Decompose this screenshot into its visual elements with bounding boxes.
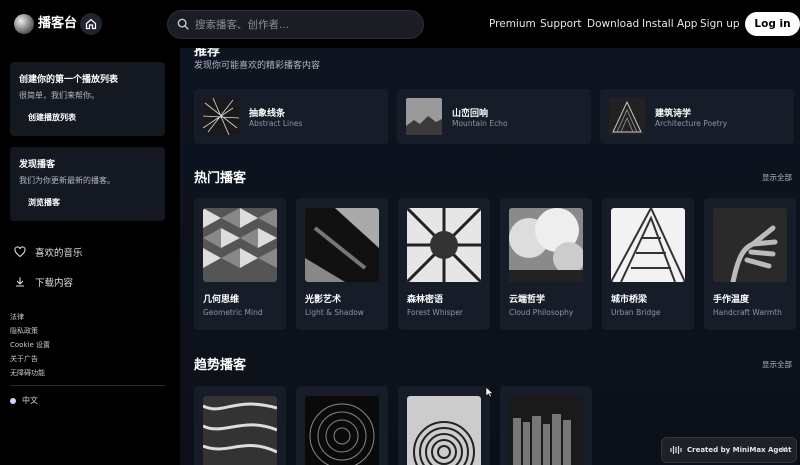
item-subtitle: Mountain Echo [452,119,508,128]
podcast-title: 手作温度 [713,295,750,305]
section-subtitle: 发现你可能喜欢的精彩播客内容 [194,61,321,71]
sidebar-item-label: 喜欢的音乐 [35,248,83,259]
podcast-subtitle: Cloud Philosophy [509,308,574,317]
browse-podcasts-button[interactable]: 浏览播客 [28,197,60,208]
podcast-title: 云端哲学 [509,295,546,305]
search-bar[interactable] [167,10,424,39]
heart-icon [14,246,26,258]
nav-install-app[interactable]: Install App [642,18,697,31]
card-title: 创建你的第一个播放列表 [19,75,119,85]
cover-image [407,208,481,282]
item-title: 山峦回响 [452,109,489,119]
mouse-cursor-icon [485,386,494,398]
create-playlist-button[interactable]: 创建播放列表 [28,112,76,123]
recommended-item[interactable]: 抽象线条 Abstract Lines [194,89,388,144]
legal-link[interactable]: 法律 [10,312,24,322]
minimax-logo-icon [670,446,682,454]
show-all-hot-button[interactable]: 显示全部 [762,172,792,183]
app-brand[interactable]: 播客台 [38,14,77,34]
search-icon [177,18,189,30]
podcast-card[interactable]: 几何思维 Geometric Mind [194,198,286,330]
item-subtitle: Abstract Lines [249,119,303,128]
cover-image [509,396,583,465]
sidebar-item-liked-music[interactable]: 喜欢的音乐 [14,244,83,260]
podcast-title: 光影艺术 [305,295,342,305]
login-button[interactable]: Log in [745,12,800,36]
sidebar: 创建你的第一个播放列表 很简单，我们来帮你。 创建播放列表 发现播客 我们为你更… [0,48,180,465]
cover-image [407,396,481,465]
podcast-card[interactable] [398,386,490,465]
app-logo[interactable] [14,14,34,34]
podcast-card[interactable] [500,386,592,465]
sidebar-item-downloads[interactable]: 下载内容 [14,274,73,290]
podcast-card[interactable]: 光影艺术 Light & Shadow [296,198,388,330]
home-button[interactable] [80,13,102,35]
sidebar-item-label: 下载内容 [35,278,74,289]
top-bar: 播客台 Premium Support Download Install App… [0,0,800,48]
cover-image [509,208,583,282]
podcast-card[interactable] [296,386,388,465]
cover-image [406,98,442,135]
item-title: 建筑诗学 [655,109,692,119]
podcast-card[interactable] [194,386,286,465]
cover-image [203,208,277,282]
download-icon [16,277,24,287]
privacy-link[interactable]: 隐私政策 [10,326,38,336]
item-subtitle: Architecture Poetry [655,119,728,128]
accessibility-link[interactable]: 无障碍功能 [10,368,45,378]
cover-image [611,208,685,282]
podcast-subtitle: Geometric Mind [203,308,263,317]
podcast-card[interactable]: 手作温度 Handcraft Warmth [704,198,796,330]
podcast-title: 城市桥梁 [611,295,648,305]
cover-image [609,98,645,135]
recommended-item[interactable]: 山峦回响 Mountain Echo [397,89,591,144]
language-button[interactable]: 中文 [10,395,38,406]
card-description: 很简单，我们来帮你。 [19,91,99,100]
podcast-title: 森林密语 [407,295,444,305]
card-description: 我们为你更新最新的播客。 [19,176,115,185]
create-playlist-card: 创建你的第一个播放列表 很简单，我们来帮你。 创建播放列表 [10,62,165,136]
discover-podcasts-card: 发现播客 我们为你更新最新的播客。 浏览播客 [10,147,165,221]
cover-image [713,208,787,282]
podcast-card[interactable]: 森林密语 Forest Whisper [398,198,490,330]
cover-image [305,396,379,465]
badge-label: Created by MiniMax Agent [687,446,792,454]
home-icon [85,18,97,30]
cover-image [203,396,277,465]
show-all-trending-button[interactable]: 显示全部 [762,359,792,370]
nav-download[interactable]: Download [587,18,639,31]
created-by-badge[interactable]: Created by MiniMax Agent × [661,437,797,463]
section-title-hot: 热门播客 [194,171,247,186]
search-input[interactable] [195,14,415,35]
item-title: 抽象线条 [249,109,286,119]
recommended-item[interactable]: 建筑诗学 Architecture Poetry [600,89,794,144]
podcast-title: 几何思维 [203,295,240,305]
main-content[interactable]: 推荐 发现你可能喜欢的精彩播客内容 抽象线条 Abstract Lines 山峦… [180,48,800,465]
podcast-subtitle: Forest Whisper [407,308,464,317]
sidebar-divider [10,385,165,386]
section-title-trending: 趋势播客 [194,358,247,373]
close-icon[interactable]: × [780,445,788,455]
cover-image [305,208,379,282]
podcast-subtitle: Light & Shadow [305,308,364,317]
nav-premium[interactable]: Premium [489,18,536,31]
nav-support[interactable]: Support [540,18,582,31]
language-label: 中文 [22,396,38,405]
podcast-subtitle: Urban Bridge [611,308,661,317]
podcast-card[interactable]: 城市桥梁 Urban Bridge [602,198,694,330]
card-title: 发现播客 [19,160,56,170]
about-ads-link[interactable]: 关于广告 [10,354,38,364]
podcast-subtitle: Handcraft Warmth [713,308,782,317]
nav-sign-up[interactable]: Sign up [700,18,740,31]
cover-image [203,98,239,135]
globe-icon [10,397,16,404]
cookie-settings-link[interactable]: Cookie 设置 [10,340,50,350]
podcast-card[interactable]: 云端哲学 Cloud Philosophy [500,198,592,330]
